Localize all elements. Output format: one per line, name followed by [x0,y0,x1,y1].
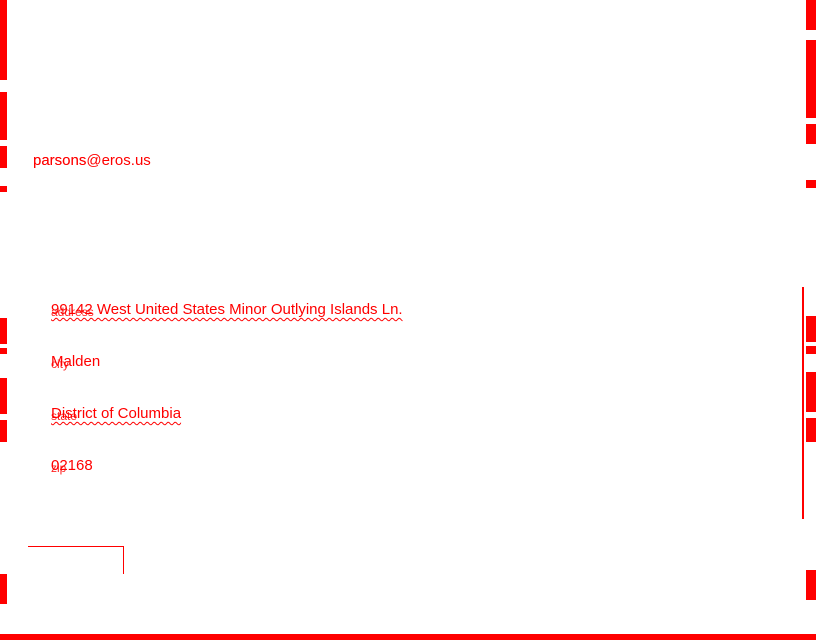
left-edge-block [0,348,7,354]
left-edge-block [0,92,7,140]
right-edge-block [806,0,816,30]
email-overlay-text: parsons [33,152,87,169]
left-edge-block [0,186,7,192]
left-edge-block [0,146,7,168]
right-edge-block [806,346,816,354]
street-label: address [51,305,94,319]
zip-label: zip [51,461,67,475]
scroll-track[interactable] [802,287,804,519]
state-label: state [51,409,78,423]
right-edge-block [806,316,816,342]
left-edge-block [0,378,7,414]
left-edge-panel [0,0,7,640]
left-edge-block [0,574,7,604]
left-edge-block [0,0,7,80]
right-edge-block [806,124,816,144]
street-value: 99142 West United States Minor Outlying … [51,301,403,318]
left-edge-block [0,420,7,442]
bottom-border [0,634,816,640]
right-edge-block [806,372,816,412]
left-edge-block [0,318,7,344]
right-edge-block [806,570,816,600]
street-field[interactable]: 99142 West United States Minor Outlying … [51,301,403,319]
right-edge-block [806,180,816,188]
submit-button-outline[interactable] [28,546,124,574]
right-edge-panel [806,0,816,640]
city-label: city [51,357,69,371]
right-edge-block [806,418,816,442]
right-edge-block [806,40,816,118]
